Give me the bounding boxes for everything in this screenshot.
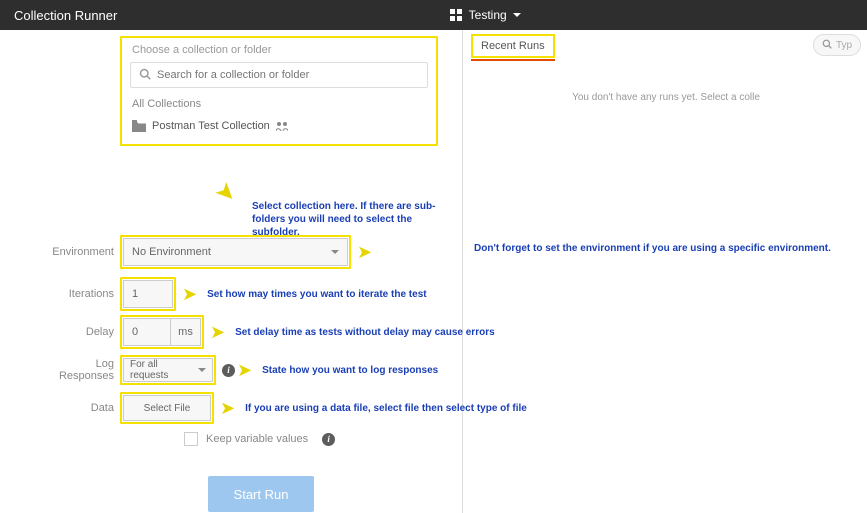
environment-value: No Environment [132, 246, 211, 258]
collection-search[interactable] [130, 62, 428, 88]
share-icon [276, 121, 288, 131]
annotation-collection: Select collection here. If there are sub… [252, 200, 452, 239]
annotation-arrow-icon: ➤ [237, 360, 252, 381]
annotation-arrow-icon: ➤ [182, 284, 197, 305]
info-icon[interactable]: i [322, 433, 335, 446]
annotation-delay: Set delay time as tests without delay ma… [235, 327, 495, 338]
environment-selector[interactable]: Testing [117, 8, 853, 22]
iterations-input[interactable]: 1 [123, 280, 173, 308]
delay-value: 0 [132, 326, 138, 338]
collection-item[interactable]: Postman Test Collection [130, 116, 428, 136]
data-label: Data [40, 402, 114, 414]
delay-unit: ms [171, 318, 201, 346]
iterations-label: Iterations [40, 288, 114, 300]
caret-down-icon [513, 13, 521, 17]
search-icon [139, 68, 151, 83]
caret-down-icon [198, 368, 206, 372]
log-responses-label: Log Responses [40, 358, 114, 382]
keep-values-label: Keep variable values [206, 433, 308, 445]
select-file-button[interactable]: Select File [123, 395, 211, 421]
annotation-arrow-icon: ➤ [209, 175, 244, 210]
annotation-log: State how you want to log responses [262, 365, 438, 376]
delay-label: Delay [40, 326, 114, 338]
folder-icon [132, 120, 146, 132]
iterations-value: 1 [132, 288, 138, 300]
runs-search[interactable]: Typ [813, 34, 861, 56]
delay-input[interactable]: 0 [123, 318, 171, 346]
collection-item-label: Postman Test Collection [152, 120, 270, 132]
collection-search-input[interactable] [157, 69, 419, 81]
start-run-label: Start Run [234, 487, 289, 502]
caret-down-icon [331, 250, 339, 254]
log-responses-value: For all requests [130, 359, 198, 381]
start-run-button[interactable]: Start Run [208, 476, 314, 512]
recent-runs-pane: Recent Runs Typ You don't have any runs … [462, 30, 867, 513]
keep-values-checkbox[interactable] [184, 432, 198, 446]
dashboard-icon [450, 9, 463, 22]
environment-name: Testing [469, 8, 507, 22]
annotation-arrow-icon: ➤ [220, 398, 235, 419]
log-responses-select[interactable]: For all requests [123, 358, 213, 382]
all-collections-label: All Collections [132, 98, 426, 110]
annotation-data: If you are using a data file, select fil… [245, 403, 527, 414]
environment-select[interactable]: No Environment [123, 238, 348, 266]
collection-chooser: Choose a collection or folder All Collec… [120, 36, 438, 146]
runs-search-placeholder: Typ [836, 40, 852, 51]
collection-chooser-title: Choose a collection or folder [130, 44, 428, 56]
info-icon[interactable]: i [222, 364, 235, 377]
top-bar: Collection Runner Testing [0, 0, 867, 30]
recent-runs-label: Recent Runs [481, 40, 545, 52]
recent-runs-tab[interactable]: Recent Runs [471, 34, 555, 58]
annotation-iterations: Set how may times you want to iterate th… [207, 289, 427, 300]
select-file-label: Select File [144, 403, 191, 414]
search-icon [822, 39, 832, 52]
environment-label: Environment [40, 246, 114, 258]
runner-config-pane: Choose a collection or folder All Collec… [0, 30, 462, 513]
tab-active-underline [471, 59, 555, 61]
empty-runs-message: You don't have any runs yet. Select a co… [471, 92, 861, 103]
annotation-environment: Don't forget to set the environment if y… [474, 243, 831, 254]
annotation-arrow-icon: ➤ [357, 242, 372, 263]
app-title: Collection Runner [14, 8, 117, 23]
annotation-arrow-icon: ➤ [210, 322, 225, 343]
